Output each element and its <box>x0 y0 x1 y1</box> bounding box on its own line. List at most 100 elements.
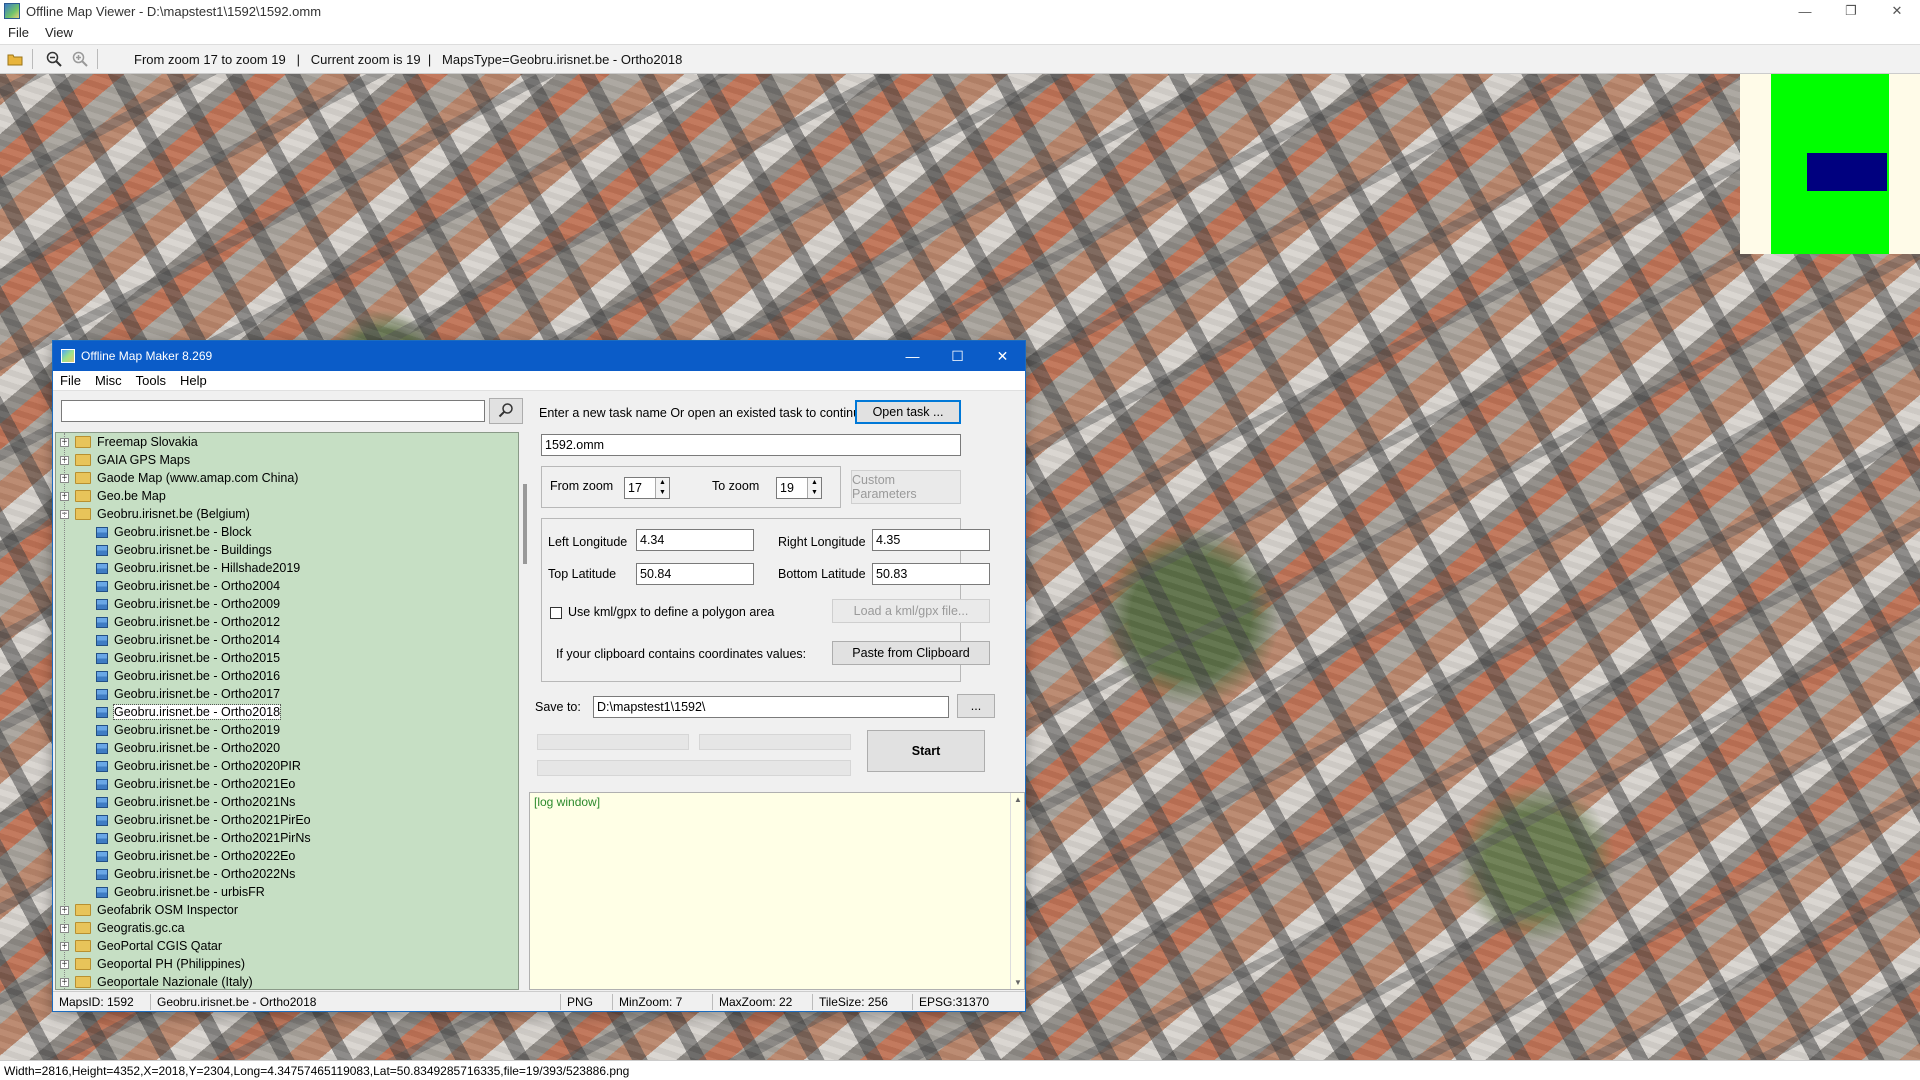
map-icon <box>96 526 108 538</box>
tree-map-item[interactable]: Geobru.irisnet.be - Ortho2021Eo <box>56 775 518 793</box>
folder-icon <box>75 976 91 988</box>
tree-map-item[interactable]: Geobru.irisnet.be - Hillshade2019 <box>56 559 518 577</box>
dialog-statusbar: MapsID: 1592 Geobru.irisnet.be - Ortho20… <box>53 991 1025 1011</box>
tree-map-item[interactable]: Geobru.irisnet.be - Ortho2015 <box>56 649 518 667</box>
dialog-titlebar[interactable]: Offline Map Maker 8.269 — ☐ ✕ <box>53 341 1025 371</box>
load-kml-button[interactable]: Load a kml/gpx file... <box>832 599 990 623</box>
right-longitude-input[interactable] <box>872 529 990 551</box>
tree-map-item[interactable]: Geobru.irisnet.be - Ortho2020 <box>56 739 518 757</box>
to-zoom-arrows[interactable]: ▲ ▼ <box>807 478 821 498</box>
dialog-minimize-button[interactable]: — <box>890 341 935 371</box>
restore-button[interactable]: ❐ <box>1828 0 1874 22</box>
browse-button[interactable]: ... <box>957 694 995 718</box>
zoom-info-text: From zoom 17 to zoom 19 | Current zoom i… <box>134 51 683 67</box>
from-zoom-stepper[interactable]: 17 ▲ ▼ <box>624 477 670 499</box>
tree-group[interactable]: − Geobru.irisnet.be (Belgium) <box>56 505 518 523</box>
viewer-title: Offline Map Viewer - D:\mapstest1\1592\1… <box>26 3 322 19</box>
log-scrollbar[interactable]: ▲ ▼ <box>1010 793 1024 989</box>
tree-map-item[interactable]: Geobru.irisnet.be - Ortho2009 <box>56 595 518 613</box>
close-button[interactable]: ✕ <box>1874 0 1920 22</box>
scroll-up-icon[interactable]: ▲ <box>1014 795 1022 804</box>
tree-map-item[interactable]: Geobru.irisnet.be - Ortho2021PirEo <box>56 811 518 829</box>
tree-group[interactable]: + Gaode Map (www.amap.com China) <box>56 469 518 487</box>
menu-view[interactable]: View <box>37 25 81 40</box>
top-latitude-input[interactable] <box>636 563 754 585</box>
spin-down-icon[interactable]: ▼ <box>656 488 669 498</box>
tree-map-item[interactable]: Geobru.irisnet.be - urbisFR <box>56 883 518 901</box>
progress-bar-total <box>537 760 851 776</box>
tree-map-item[interactable]: Geobru.irisnet.be - Ortho2017 <box>56 685 518 703</box>
tree-group[interactable]: + Geoportal PH (Philippines) <box>56 955 518 973</box>
dialog-close-button[interactable]: ✕ <box>980 341 1025 371</box>
open-folder-icon[interactable] <box>4 48 26 70</box>
dialog-menu-misc[interactable]: Misc <box>88 373 129 388</box>
dialog-menu-help[interactable]: Help <box>173 373 214 388</box>
bottom-latitude-input[interactable] <box>872 563 990 585</box>
tree-map-label: Geobru.irisnet.be - Ortho2015 <box>114 651 281 665</box>
tree-group[interactable]: + GeoPortal CGIS Qatar <box>56 937 518 955</box>
dialog-maximize-button[interactable]: ☐ <box>935 341 980 371</box>
scroll-down-icon[interactable]: ▼ <box>1014 978 1022 987</box>
tree-map-item[interactable]: Geobru.irisnet.be - Block <box>56 523 518 541</box>
tree-group[interactable]: + Geofabrik OSM Inspector <box>56 901 518 919</box>
tree-map-label: Geobru.irisnet.be - Ortho2012 <box>114 615 281 629</box>
custom-parameters-button[interactable]: Custom Parameters <box>851 470 961 504</box>
save-path-input[interactable] <box>593 696 949 718</box>
left-longitude-input[interactable] <box>636 529 754 551</box>
tree-map-label: Geobru.irisnet.be - Ortho2022Ns <box>114 867 296 881</box>
dialog-menu-file[interactable]: File <box>53 373 88 388</box>
spin-up-icon[interactable]: ▲ <box>656 478 669 488</box>
tree-map-item[interactable]: Geobru.irisnet.be - Ortho2022Ns <box>56 865 518 883</box>
tree-group[interactable]: + Geo.be Map <box>56 487 518 505</box>
to-zoom-value: 19 <box>780 481 794 495</box>
tree-map-item[interactable]: Geobru.irisnet.be - Ortho2016 <box>56 667 518 685</box>
tree-group[interactable]: + Freemap Slovakia <box>56 433 518 451</box>
tree-map-item[interactable]: Geobru.irisnet.be - Ortho2012 <box>56 613 518 631</box>
spin-down-icon[interactable]: ▼ <box>808 488 821 498</box>
zoom-in-icon[interactable] <box>69 48 91 70</box>
tree-scrollbar[interactable] <box>523 484 527 564</box>
map-source-tree[interactable]: + Freemap Slovakia + GAIA GPS Maps + Gaode Ma… <box>55 432 519 990</box>
map-icon <box>96 634 108 646</box>
kml-polygon-checkbox[interactable] <box>550 607 562 619</box>
start-button[interactable]: Start <box>867 730 985 772</box>
tree-map-item[interactable]: Geobru.irisnet.be - Ortho2021PirNs <box>56 829 518 847</box>
status-map-name: Geobru.irisnet.be - Ortho2018 <box>151 993 561 1010</box>
paste-clipboard-button[interactable]: Paste from Clipboard <box>832 641 990 665</box>
minimap[interactable] <box>1740 74 1920 254</box>
tree-map-item[interactable]: Geobru.irisnet.be - Ortho2004 <box>56 577 518 595</box>
tree-map-label: Geobru.irisnet.be - Ortho2021PirNs <box>114 831 311 845</box>
dialog-app-icon <box>61 349 75 363</box>
search-button[interactable] <box>489 398 523 424</box>
dialog-menu-tools[interactable]: Tools <box>129 373 173 388</box>
tree-map-item[interactable]: Geobru.irisnet.be - Ortho2021Ns <box>56 793 518 811</box>
tree-group[interactable]: + Geoportale Nazionale (Italy) <box>56 973 518 989</box>
log-window[interactable]: [log window] ▲ ▼ <box>529 792 1025 990</box>
tree-map-label: Geobru.irisnet.be - Ortho2004 <box>114 579 281 593</box>
folder-icon <box>75 472 91 484</box>
from-zoom-arrows[interactable]: ▲ ▼ <box>655 478 669 498</box>
tree-group-label: Geogratis.gc.ca <box>97 921 185 935</box>
tree-group[interactable]: + GAIA GPS Maps <box>56 451 518 469</box>
save-to-label: Save to: <box>535 700 581 714</box>
bottom-latitude-label: Bottom Latitude <box>778 567 866 581</box>
zoom-out-icon[interactable] <box>43 48 65 70</box>
open-task-button[interactable]: Open task ... <box>855 400 961 424</box>
tree-map-item[interactable]: Geobru.irisnet.be - Ortho2019 <box>56 721 518 739</box>
tree-map-item[interactable]: Geobru.irisnet.be - Ortho2020PIR <box>56 757 518 775</box>
tree-map-item[interactable]: Geobru.irisnet.be - Ortho2018 <box>56 703 518 721</box>
map-icon <box>96 868 108 880</box>
tree-map-label: Geobru.irisnet.be - Ortho2021PirEo <box>114 813 311 827</box>
to-zoom-stepper[interactable]: 19 ▲ ▼ <box>776 477 822 499</box>
map-search-input[interactable] <box>61 400 485 422</box>
spin-up-icon[interactable]: ▲ <box>808 478 821 488</box>
tree-map-item[interactable]: Geobru.irisnet.be - Buildings <box>56 541 518 559</box>
menu-file[interactable]: File <box>0 25 37 40</box>
tree-group[interactable]: + Geogratis.gc.ca <box>56 919 518 937</box>
minimize-button[interactable]: — <box>1782 0 1828 22</box>
tree-map-label: Geobru.irisnet.be - Ortho2020 <box>114 741 281 755</box>
progress-bar-2 <box>699 734 851 750</box>
tree-map-item[interactable]: Geobru.irisnet.be - Ortho2022Eo <box>56 847 518 865</box>
tree-map-item[interactable]: Geobru.irisnet.be - Ortho2014 <box>56 631 518 649</box>
task-name-input[interactable] <box>541 434 961 456</box>
